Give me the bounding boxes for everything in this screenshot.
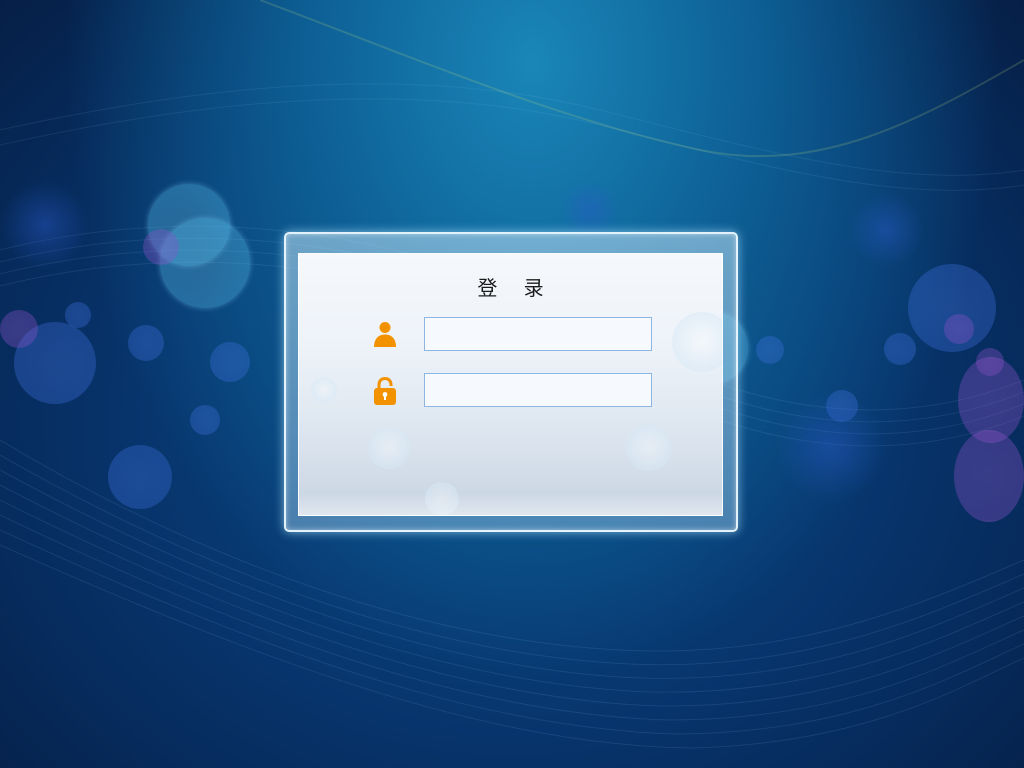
bokeh-bubble [190,405,220,435]
bokeh-bubble [143,229,179,265]
bokeh-bubble [128,325,164,361]
bokeh-bubble [210,342,250,382]
panel-shine [299,493,722,515]
bokeh-bubble [776,392,886,502]
password-input[interactable] [424,373,652,407]
bokeh-bubble [14,322,96,404]
bokeh-bubble [826,390,858,422]
panel-bokeh [672,312,722,372]
bokeh-bubble [954,430,1024,522]
bokeh-bubble [160,218,250,308]
lock-icon [373,376,397,406]
bokeh-bubble [560,180,620,240]
bokeh-bubble [976,348,1004,376]
bokeh-bubble [908,264,996,352]
bokeh-bubble [0,310,38,348]
bokeh-bubble [848,192,924,268]
user-icon [373,320,397,350]
username-row [369,317,669,351]
panel-bokeh [626,425,672,471]
panel-bokeh [368,427,410,469]
panel-bokeh [311,377,337,403]
password-row [369,373,669,407]
login-panel: 登 录 [298,253,723,516]
login-dialog: 登 录 [284,232,738,532]
bokeh-bubble [65,302,91,328]
bokeh-bubble [108,445,172,509]
bokeh-bubble [884,333,916,365]
bokeh-bubble [944,314,974,344]
bokeh-bubble [756,336,784,364]
username-input[interactable] [424,317,652,351]
bokeh-bubble [0,180,90,270]
login-title: 登 录 [477,276,554,300]
bokeh-bubble [958,357,1024,443]
bokeh-bubble [148,184,230,266]
panel-bokeh [425,482,459,515]
